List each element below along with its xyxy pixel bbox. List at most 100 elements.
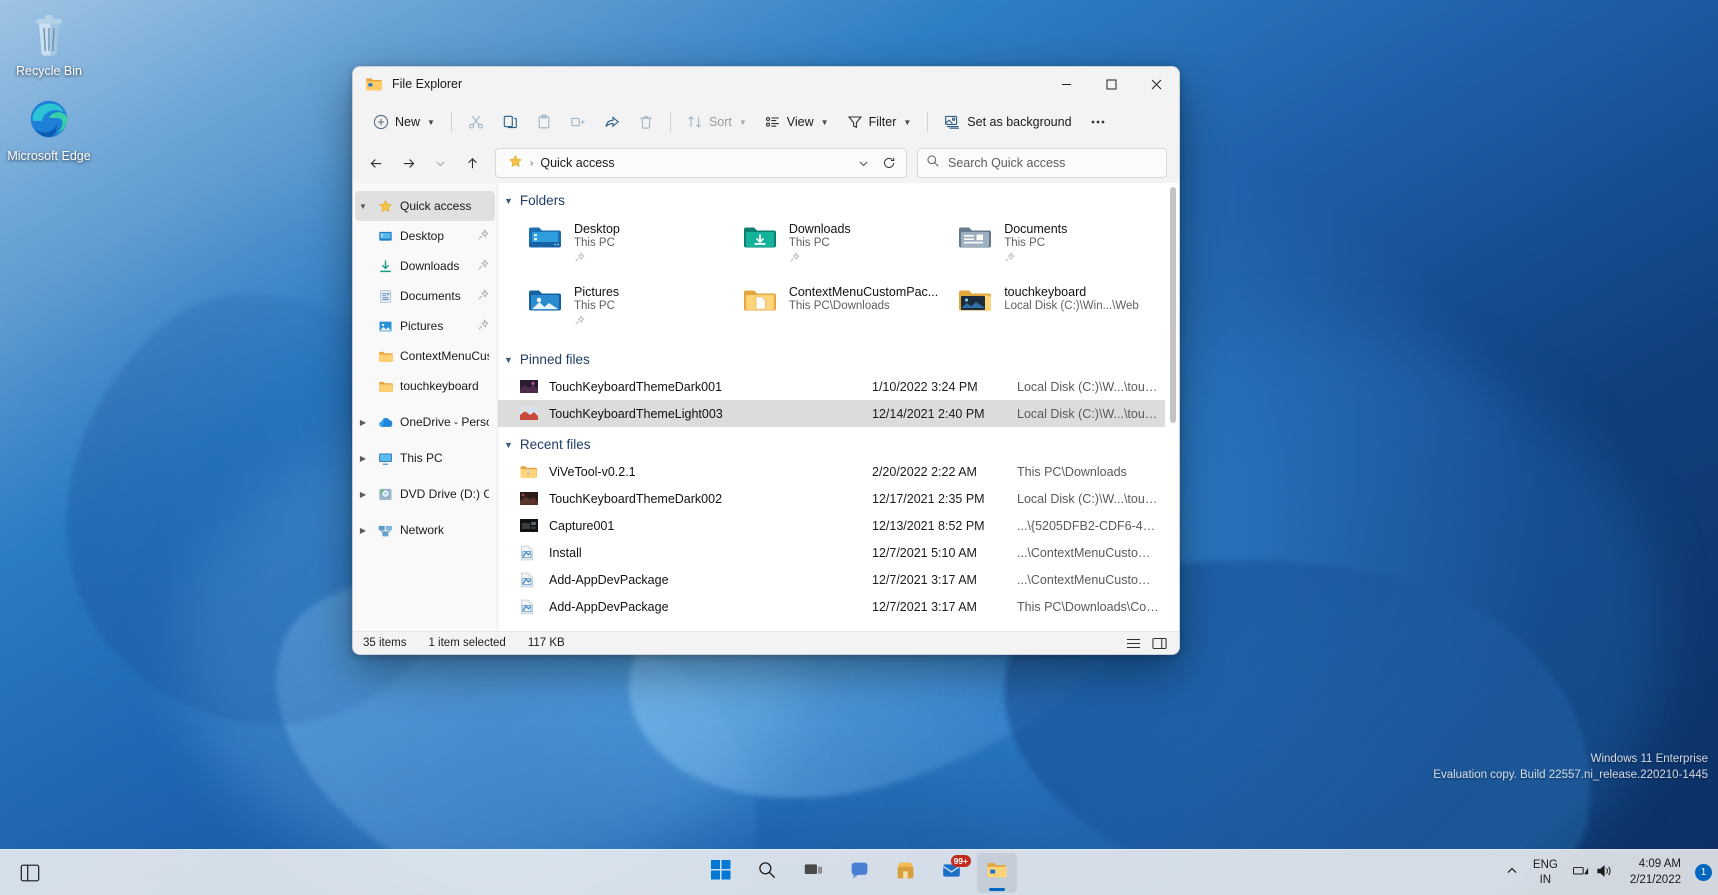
documents-folder-icon bbox=[956, 221, 994, 255]
copy-button[interactable] bbox=[494, 107, 526, 137]
chevron-down-icon[interactable]: ▼ bbox=[504, 355, 513, 365]
sidebar-item-desktop[interactable]: Desktop bbox=[355, 221, 495, 251]
chevron-right-icon[interactable]: ▶ bbox=[355, 418, 371, 427]
section-header-recent-files[interactable]: ▼ Recent files bbox=[498, 427, 1165, 458]
close-button[interactable] bbox=[1134, 67, 1179, 101]
preview-pane-button[interactable] bbox=[1149, 634, 1169, 652]
desktop-icon-microsoft-edge[interactable]: Microsoft Edge bbox=[3, 95, 95, 165]
sidebar-item-network[interactable]: ▶ Network bbox=[355, 515, 495, 545]
task-view-button[interactable] bbox=[793, 853, 833, 893]
sidebar-item-documents[interactable]: Documents bbox=[355, 281, 495, 311]
search-box[interactable] bbox=[917, 148, 1167, 178]
scrollbar-thumb[interactable] bbox=[1170, 187, 1176, 423]
pin-icon[interactable] bbox=[477, 288, 489, 304]
window-titlebar[interactable]: File Explorer bbox=[353, 67, 1179, 101]
table-row[interactable]: TouchKeyboardThemeDark002 12/17/2021 2:3… bbox=[498, 485, 1165, 512]
start-button[interactable] bbox=[701, 853, 741, 893]
sidebar-item-pictures[interactable]: Pictures bbox=[355, 311, 495, 341]
sidebar-item-this-pc[interactable]: ▶ This PC bbox=[355, 443, 495, 473]
set-as-background-button[interactable]: Set as background bbox=[936, 107, 1079, 137]
chat-button[interactable] bbox=[839, 853, 879, 893]
search-button[interactable] bbox=[747, 853, 787, 893]
back-button[interactable] bbox=[361, 148, 391, 178]
delete-button[interactable] bbox=[630, 107, 662, 137]
breadcrumb-bar[interactable]: › Quick access bbox=[495, 148, 907, 178]
chevron-right-icon[interactable]: ▶ bbox=[355, 490, 371, 499]
new-button[interactable]: New ▼ bbox=[365, 107, 443, 137]
pin-icon[interactable] bbox=[477, 228, 489, 244]
up-button[interactable] bbox=[457, 148, 487, 178]
notification-count-badge[interactable]: 1 bbox=[1695, 864, 1712, 881]
more-options-button[interactable] bbox=[1082, 107, 1114, 137]
section-header-label: Folders bbox=[519, 193, 565, 208]
view-button[interactable]: View ▼ bbox=[757, 107, 837, 137]
star-icon bbox=[508, 154, 523, 172]
sidebar-item-downloads[interactable]: Downloads bbox=[355, 251, 495, 281]
forward-button[interactable] bbox=[393, 148, 423, 178]
section-header-label: Recent files bbox=[519, 437, 591, 452]
sidebar-item-contextmenucust[interactable]: ContextMenuCust bbox=[355, 341, 495, 371]
sidebar-item-label: Network bbox=[400, 523, 445, 537]
maximize-button[interactable] bbox=[1089, 67, 1134, 101]
folder-location: This PC bbox=[788, 237, 830, 249]
table-row[interactable]: Add-AppDevPackage 12/7/2021 3:17 AM ...\… bbox=[498, 566, 1165, 593]
search-input[interactable] bbox=[948, 156, 1158, 170]
section-header-pinned-files[interactable]: ▼ Pinned files bbox=[498, 342, 1165, 373]
sidebar-item-quick-access[interactable]: ▼ Quick access bbox=[355, 191, 495, 221]
chevron-right-icon[interactable]: ▶ bbox=[355, 526, 371, 535]
folder-tile-downloads[interactable]: Downloads This PC bbox=[735, 216, 944, 273]
chevron-down-icon[interactable]: ▼ bbox=[355, 202, 371, 211]
recent-locations-button[interactable] bbox=[425, 148, 455, 178]
clock[interactable]: 4:09 AM 2/21/2022 bbox=[1622, 854, 1689, 891]
sidebar-item-dvd-drive[interactable]: ▶ DVD Drive (D:) CCCO bbox=[355, 479, 495, 509]
rename-button[interactable] bbox=[562, 107, 594, 137]
sidebar-item-onedrive[interactable]: ▶ OneDrive - Personal bbox=[355, 407, 495, 437]
widgets-button[interactable] bbox=[10, 853, 50, 893]
pin-icon[interactable] bbox=[477, 258, 489, 274]
folder-tile-documents[interactable]: Documents This PC bbox=[950, 216, 1159, 273]
sidebar-item-touchkeyboard[interactable]: touchkeyboard bbox=[355, 371, 495, 401]
paste-button[interactable] bbox=[528, 107, 560, 137]
table-row[interactable]: Capture001 12/13/2021 8:52 PM ...\{5205D… bbox=[498, 512, 1165, 539]
sidebar-item-label: DVD Drive (D:) CCCO bbox=[400, 487, 489, 501]
table-row[interactable]: Install 12/7/2021 5:10 AM ...\ContextMen… bbox=[498, 539, 1165, 566]
table-row[interactable]: TouchKeyboardThemeLight003 12/14/2021 2:… bbox=[498, 400, 1165, 427]
share-button[interactable] bbox=[596, 107, 628, 137]
thumb-capture-icon bbox=[520, 519, 542, 532]
vertical-scrollbar[interactable] bbox=[1169, 187, 1177, 627]
folder-tile-touchkeyboard[interactable]: touchkeyboard Local Disk (C:)\Win...\Web bbox=[950, 279, 1159, 336]
minimize-button[interactable] bbox=[1044, 67, 1089, 101]
address-dropdown-button[interactable] bbox=[850, 150, 876, 176]
tray-overflow-button[interactable] bbox=[1499, 861, 1525, 884]
folder-name: Desktop bbox=[574, 222, 620, 236]
chevron-down-icon[interactable]: ▼ bbox=[504, 196, 513, 206]
cut-button[interactable] bbox=[460, 107, 492, 137]
table-row[interactable]: ViVeTool-v0.2.1 2/20/2022 2:22 AM This P… bbox=[498, 458, 1165, 485]
pin-icon[interactable] bbox=[477, 318, 489, 334]
sort-button[interactable]: Sort ▼ bbox=[679, 107, 755, 137]
details-view-button[interactable] bbox=[1123, 634, 1143, 652]
filter-button[interactable]: Filter ▼ bbox=[839, 107, 920, 137]
folder-tile-desktop[interactable]: Desktop This PC bbox=[520, 216, 729, 273]
folder-tile-pictures[interactable]: Pictures This PC bbox=[520, 279, 729, 336]
trash-icon bbox=[638, 114, 654, 130]
tray-status-icons[interactable] bbox=[1566, 860, 1620, 885]
file-explorer-taskbar-button[interactable] bbox=[977, 852, 1017, 893]
microsoft-store-button[interactable] bbox=[885, 853, 925, 893]
mail-button[interactable]: 99+ bbox=[931, 853, 971, 893]
breadcrumb-quick-access[interactable]: › Quick access bbox=[504, 152, 619, 174]
refresh-button[interactable] bbox=[876, 150, 902, 176]
table-row[interactable]: Add-AppDevPackage 12/7/2021 3:17 AM This… bbox=[498, 593, 1165, 620]
clock-date: 2/21/2022 bbox=[1629, 873, 1681, 886]
script-icon bbox=[520, 545, 542, 561]
language-indicator[interactable]: ENG IN bbox=[1527, 855, 1564, 891]
chevron-down-icon: ▼ bbox=[903, 117, 912, 127]
section-header-folders[interactable]: ▼ Folders bbox=[498, 183, 1165, 214]
table-row[interactable]: TouchKeyboardThemeDark001 1/10/2022 3:24… bbox=[498, 373, 1165, 400]
desktop-icon-recycle-bin[interactable]: Recycle Bin bbox=[3, 10, 95, 80]
chevron-right-icon[interactable]: ▶ bbox=[355, 454, 371, 463]
content-scroll-area: ▼ Folders Desktop This PC Downloads This… bbox=[498, 183, 1179, 631]
chevron-down-icon[interactable]: ▼ bbox=[504, 440, 513, 450]
file-path: This PC\Downloads bbox=[1017, 464, 1127, 479]
folder-tile-contextmenucustompackage[interactable]: ContextMenuCustomPac... This PC\Download… bbox=[735, 279, 944, 336]
